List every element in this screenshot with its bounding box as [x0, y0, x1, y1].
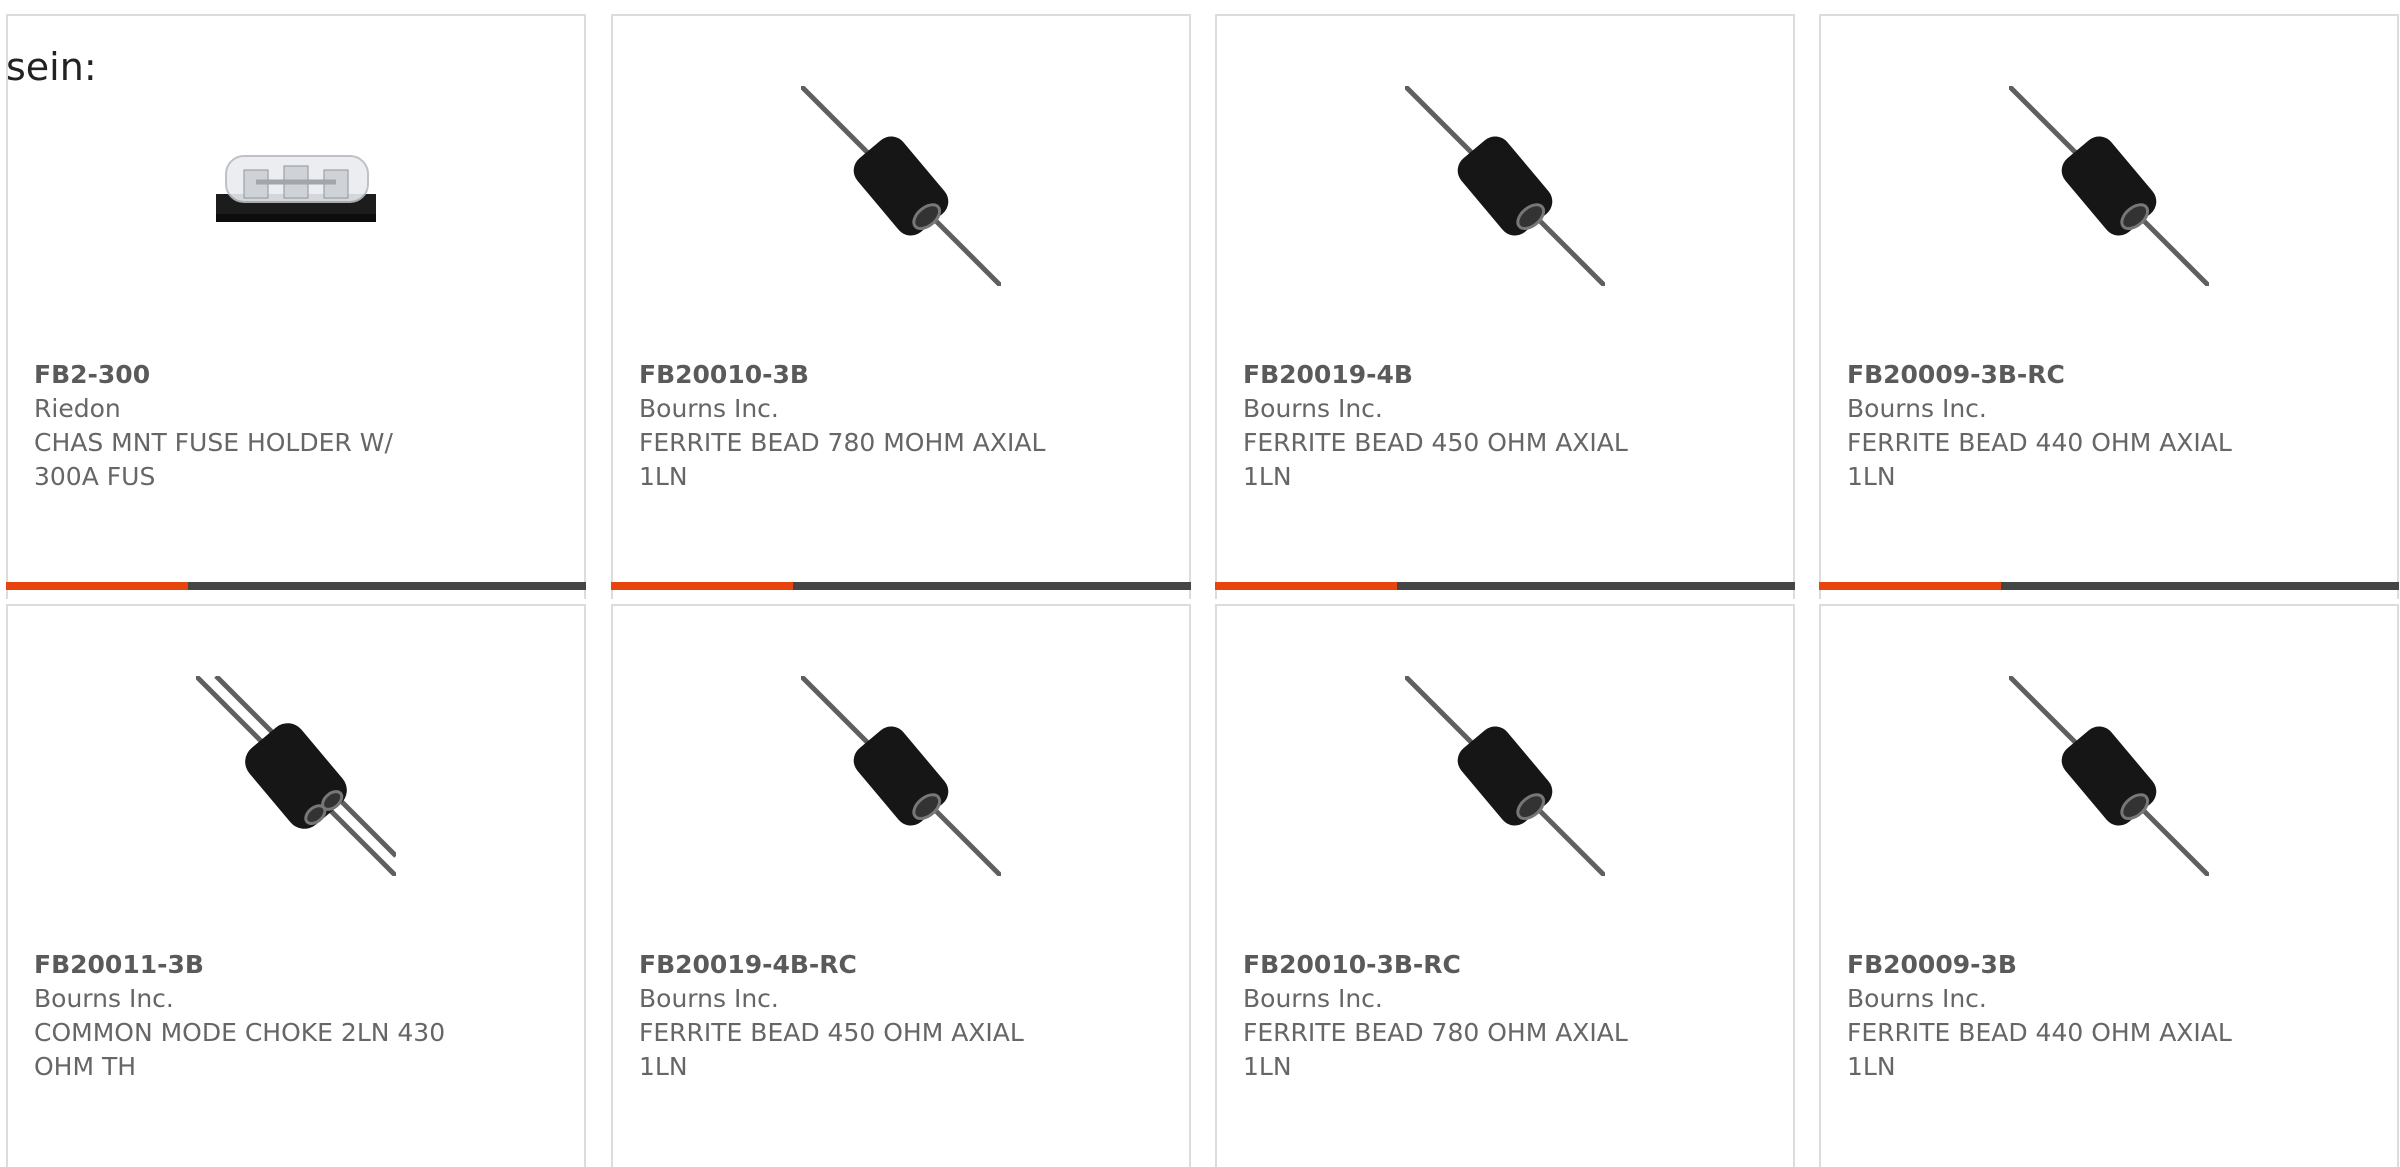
fuse-holder-image — [216, 155, 376, 222]
product-card[interactable]: FB20011-3B Bourns Inc. COMMON MODE CHOKE… — [6, 604, 586, 1167]
card-accent-bar — [1215, 582, 1397, 590]
ferrite-bead-image — [2009, 86, 2209, 286]
part-number-link[interactable]: FB20019-4B — [1243, 358, 1673, 392]
common-mode-choke-image — [196, 676, 396, 876]
product-description: FERRITE BEAD 780 MOHM AXIAL 1LN — [639, 428, 1046, 491]
ferrite-bead-image — [2009, 676, 2209, 876]
part-number-link[interactable]: FB20011-3B — [34, 948, 464, 982]
product-image[interactable] — [1821, 86, 2397, 286]
card-bottom-bar — [1215, 582, 1795, 590]
product-info: FB20009-3B Bourns Inc. FERRITE BEAD 440 … — [1847, 948, 2277, 1084]
product-image[interactable] — [613, 676, 1189, 876]
part-number-link[interactable]: FB20019-4B-RC — [639, 948, 1069, 982]
manufacturer-name: Bourns Inc. — [1847, 394, 1987, 423]
product-image[interactable] — [1217, 676, 1793, 876]
product-info: FB20010-3B-RC Bourns Inc. FERRITE BEAD 7… — [1243, 948, 1673, 1084]
product-image[interactable] — [8, 676, 584, 876]
card-accent-bar — [6, 582, 188, 590]
part-number-link[interactable]: FB2-300 — [34, 358, 464, 392]
product-description: FERRITE BEAD 440 OHM AXIAL 1LN — [1847, 1018, 2232, 1081]
product-info: FB20010-3B Bourns Inc. FERRITE BEAD 780 … — [639, 358, 1069, 494]
part-number-link[interactable]: FB20009-3B — [1847, 948, 2277, 982]
product-description: COMMON MODE CHOKE 2LN 430 OHM TH — [34, 1018, 446, 1081]
product-info: FB20019-4B Bourns Inc. FERRITE BEAD 450 … — [1243, 358, 1673, 494]
ferrite-bead-image — [1405, 86, 1605, 286]
part-number-link[interactable]: FB20010-3B — [639, 358, 1069, 392]
manufacturer-name: Bourns Inc. — [639, 394, 779, 423]
manufacturer-name: Bourns Inc. — [34, 984, 174, 1013]
card-bottom-bar — [1819, 582, 2399, 590]
product-image[interactable] — [8, 86, 584, 286]
ferrite-bead-image — [801, 86, 1001, 286]
product-description: FERRITE BEAD 450 OHM AXIAL 1LN — [639, 1018, 1024, 1081]
product-image[interactable] — [1217, 86, 1793, 286]
product-info: FB20009-3B-RC Bourns Inc. FERRITE BEAD 4… — [1847, 358, 2277, 494]
manufacturer-name: Riedon — [34, 394, 121, 423]
card-bottom-bar — [611, 582, 1191, 590]
product-info: FB20011-3B Bourns Inc. COMMON MODE CHOKE… — [34, 948, 464, 1084]
product-info: FB20019-4B-RC Bourns Inc. FERRITE BEAD 4… — [639, 948, 1069, 1084]
product-card[interactable]: FB20009-3B-RC Bourns Inc. FERRITE BEAD 4… — [1819, 14, 2399, 599]
product-image[interactable] — [1821, 676, 2397, 876]
ferrite-bead-image — [801, 676, 1001, 876]
product-info: FB2-300 Riedon CHAS MNT FUSE HOLDER W/ 3… — [34, 358, 464, 494]
part-number-link[interactable]: FB20010-3B-RC — [1243, 948, 1673, 982]
product-card[interactable]: FB20019-4B Bourns Inc. FERRITE BEAD 450 … — [1215, 14, 1795, 599]
product-description: FERRITE BEAD 780 OHM AXIAL 1LN — [1243, 1018, 1628, 1081]
product-card[interactable]: FB20009-3B Bourns Inc. FERRITE BEAD 440 … — [1819, 604, 2399, 1167]
ferrite-bead-image — [1405, 676, 1605, 876]
product-card[interactable]: FB2-300 Riedon CHAS MNT FUSE HOLDER W/ 3… — [6, 14, 586, 599]
product-description: CHAS MNT FUSE HOLDER W/ 300A FUS — [34, 428, 393, 491]
part-number-link[interactable]: FB20009-3B-RC — [1847, 358, 2277, 392]
product-grid-page: sein: FB2-300 Riedon CHAS MNT FUSE HOLDE… — [0, 0, 2400, 1167]
card-bottom-bar — [6, 582, 586, 590]
product-description: FERRITE BEAD 440 OHM AXIAL 1LN — [1847, 428, 2232, 491]
product-card[interactable]: FB20010-3B Bourns Inc. FERRITE BEAD 780 … — [611, 14, 1191, 599]
card-accent-bar — [1819, 582, 2001, 590]
product-card[interactable]: FB20010-3B-RC Bourns Inc. FERRITE BEAD 7… — [1215, 604, 1795, 1167]
section-heading: sein: — [6, 45, 97, 89]
manufacturer-name: Bourns Inc. — [1243, 394, 1383, 423]
manufacturer-name: Bourns Inc. — [1243, 984, 1383, 1013]
product-card[interactable]: FB20019-4B-RC Bourns Inc. FERRITE BEAD 4… — [611, 604, 1191, 1167]
card-accent-bar — [611, 582, 793, 590]
manufacturer-name: Bourns Inc. — [639, 984, 779, 1013]
product-image[interactable] — [613, 86, 1189, 286]
product-description: FERRITE BEAD 450 OHM AXIAL 1LN — [1243, 428, 1628, 491]
manufacturer-name: Bourns Inc. — [1847, 984, 1987, 1013]
